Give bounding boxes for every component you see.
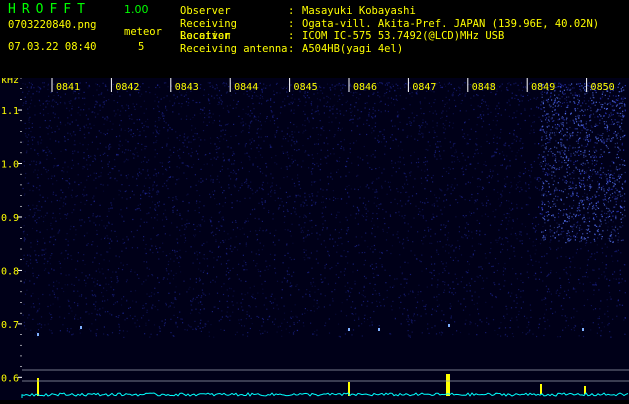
time-label: 0844: [234, 82, 258, 93]
spectrogram: kHz 1.1 1.0 0.9 0.8 0.7 0.6 0841 0842 0843 0844 084…: [0, 75, 629, 400]
time-label: 0850: [591, 82, 615, 93]
freq-tick-label: 0.8: [1, 266, 19, 277]
time-label: 0841: [56, 82, 80, 93]
time-label: 0849: [531, 82, 555, 93]
info-row-receiver: Receiver: ICOM IC-575 53.7492(@LCD)MHz US…: [180, 30, 505, 42]
header-panel: HROFFT 1.00 0703220840.png meteor 07.03.…: [0, 0, 629, 78]
unit-label: kHz: [1, 78, 19, 86]
time-label: 0847: [412, 82, 436, 93]
meteor-count: 5: [138, 41, 145, 53]
file-name: 0703220840.png: [8, 19, 97, 31]
info-row-antenna: Receiving antenna: A504HB(yagi 4el): [180, 42, 404, 55]
app-version: 1.00: [124, 3, 149, 16]
info-row-observer: Observer: Masayuki Kobayashi: [180, 5, 416, 17]
time-label: 0842: [115, 82, 139, 93]
info-row-location: Receiving Location: Ogata-vill. Akita-Pre…: [180, 17, 600, 43]
freq-tick-label: 0.9: [1, 213, 19, 224]
freq-tick-label: 0.7: [1, 320, 19, 331]
time-label: 0843: [175, 82, 199, 93]
freq-tick-label: 1.1: [1, 106, 19, 117]
date-time: 07.03.22 08:40: [8, 41, 97, 53]
time-label: 0845: [294, 82, 318, 93]
freq-tick-label: 1.0: [1, 160, 19, 171]
time-label: 0846: [353, 82, 377, 93]
meteor-label: meteor: [124, 26, 162, 38]
station-info: Observer: Masayuki Kobayashi Receiving Lo…: [180, 5, 599, 55]
spectrogram-canvas: kHz 1.1 1.0 0.9 0.8 0.7 0.6 0841 0842 0843 0844 084…: [0, 75, 629, 400]
app-title: HROFFT: [8, 2, 91, 17]
freq-tick-label: 0.6: [1, 373, 19, 384]
time-label: 0848: [472, 82, 496, 93]
spectrogram-background: [0, 78, 629, 400]
